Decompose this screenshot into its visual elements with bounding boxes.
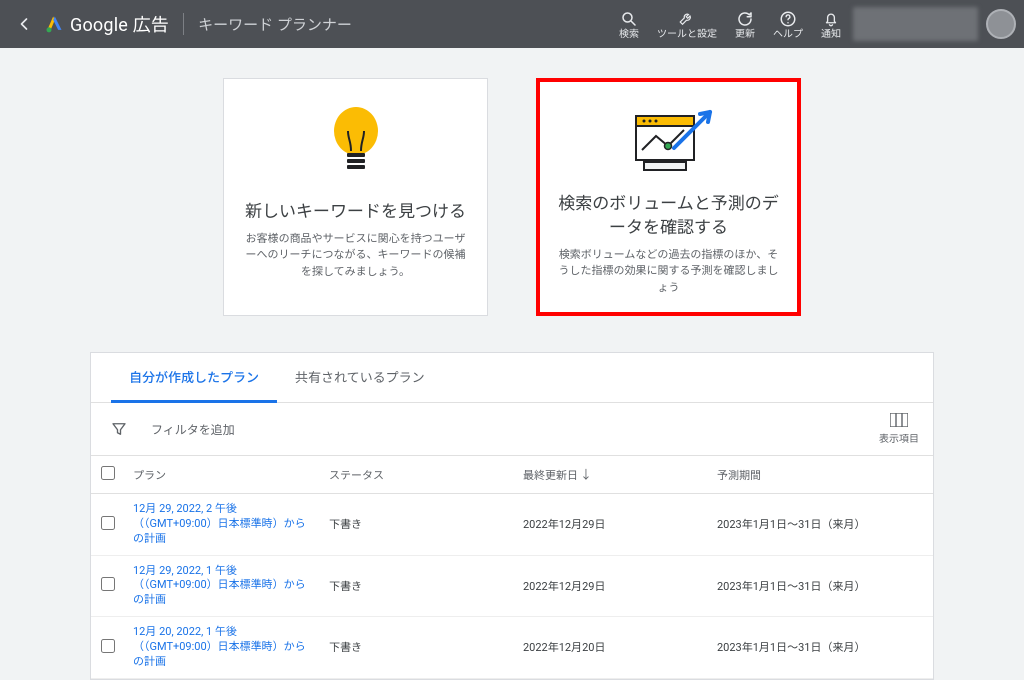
plan-updated: 2022年12月29日 bbox=[515, 555, 709, 617]
row-checkbox[interactable] bbox=[101, 639, 115, 653]
plan-period: 2023年1月1日〜31日（来月） bbox=[709, 494, 933, 556]
plan-status: 下書き bbox=[321, 617, 515, 679]
card-title: 検索のボリュームと予測のデータを確認する bbox=[558, 193, 779, 241]
lightbulb-icon bbox=[242, 95, 469, 197]
chart-trend-icon bbox=[558, 98, 779, 189]
nav-notifications[interactable]: 通知 bbox=[821, 9, 841, 40]
col-updated[interactable]: 最終更新日↓ bbox=[515, 456, 709, 494]
row-checkbox[interactable] bbox=[101, 516, 115, 530]
nav-tools[interactable]: ツールと設定 bbox=[657, 9, 717, 40]
card-title: 新しいキーワードを見つける bbox=[245, 201, 466, 225]
help-icon bbox=[779, 9, 797, 29]
card-desc: お客様の商品やサービスに関心を持つユーザーへのリーチにつながる、キーワードの候補… bbox=[242, 231, 469, 281]
plan-link[interactable]: 12月 20, 2022, 1 午後（（GMT+09:00）日本標準時）からの計… bbox=[125, 617, 321, 679]
page-title: キーワード プランナー bbox=[198, 14, 352, 35]
plan-status: 下書き bbox=[321, 555, 515, 617]
table-row: 12月 29, 2022, 1 午後（（GMT+09:00）日本標準時）からの計… bbox=[91, 555, 933, 617]
arrow-left-icon bbox=[14, 14, 34, 34]
plans-table: プラン ステータス 最終更新日↓ 予測期間 12月 29, 2022, 2 午後… bbox=[91, 456, 933, 679]
nav-refresh[interactable]: 更新 bbox=[735, 9, 755, 40]
columns-button[interactable]: 表示項目 bbox=[879, 413, 919, 445]
plan-link[interactable]: 12月 29, 2022, 1 午後（（GMT+09:00）日本標準時）からの計… bbox=[125, 555, 321, 617]
plan-status: 下書き bbox=[321, 494, 515, 556]
columns-icon bbox=[890, 413, 908, 430]
row-checkbox[interactable] bbox=[101, 577, 115, 591]
plan-link[interactable]: 12月 29, 2022, 2 午後（（GMT+09:00）日本標準時）からの計… bbox=[125, 494, 321, 556]
plan-period: 2023年1月1日〜31日（来月） bbox=[709, 555, 933, 617]
nav-help[interactable]: ヘルプ bbox=[773, 9, 803, 40]
account-switcher[interactable] bbox=[853, 7, 978, 41]
card-desc: 検索ボリュームなどの過去の指標のほか、そうした指標の効果に関する予測を確認しまし… bbox=[558, 247, 779, 297]
card-forecast-volume[interactable]: 検索のボリュームと予測のデータを確認する 検索ボリュームなどの過去の指標のほか、… bbox=[536, 78, 801, 316]
col-status[interactable]: ステータス bbox=[321, 456, 515, 494]
brand-label: Google 広告 bbox=[70, 11, 169, 37]
tab-my-plans[interactable]: 自分が作成したプラン bbox=[111, 353, 277, 403]
plan-period: 2023年1月1日〜31日（来月） bbox=[709, 617, 933, 679]
plan-tabs: 自分が作成したプラン 共有されているプラン bbox=[91, 353, 933, 403]
nav-search[interactable]: 検索 bbox=[619, 9, 639, 40]
tab-shared-plans[interactable]: 共有されているプラン bbox=[277, 353, 443, 402]
search-icon bbox=[620, 9, 638, 29]
col-plan[interactable]: プラン bbox=[125, 456, 321, 494]
product-logo[interactable]: Google 広告 bbox=[44, 11, 169, 37]
add-filter-input[interactable]: フィルタを追加 bbox=[151, 421, 235, 438]
app-header: Google 広告 キーワード プランナー 検索 ツールと設定 更新 bbox=[0, 0, 1024, 48]
col-period[interactable]: 予測期間 bbox=[709, 456, 933, 494]
table-row: 12月 20, 2022, 1 午後（（GMT+09:00）日本標準時）からの計… bbox=[91, 617, 933, 679]
back-button[interactable] bbox=[8, 14, 40, 34]
bell-icon bbox=[822, 9, 840, 29]
tool-cards: 新しいキーワードを見つける お客様の商品やサービスに関心を持つユーザーへのリーチ… bbox=[0, 78, 1024, 316]
avatar[interactable] bbox=[986, 9, 1016, 39]
header-nav: 検索 ツールと設定 更新 ヘルプ 通知 bbox=[619, 9, 841, 40]
google-ads-icon bbox=[44, 14, 64, 34]
refresh-icon bbox=[736, 9, 754, 29]
card-discover-keywords[interactable]: 新しいキーワードを見つける お客様の商品やサービスに関心を持つユーザーへのリーチ… bbox=[223, 78, 488, 316]
filter-icon[interactable] bbox=[105, 420, 133, 438]
sort-desc-icon: ↓ bbox=[580, 468, 592, 482]
plan-toolbar: フィルタを追加 表示項目 bbox=[91, 403, 933, 456]
plan-updated: 2022年12月20日 bbox=[515, 617, 709, 679]
wrench-icon bbox=[678, 9, 696, 29]
select-all-checkbox[interactable] bbox=[101, 466, 115, 480]
table-row: 12月 29, 2022, 2 午後（（GMT+09:00）日本標準時）からの計… bbox=[91, 494, 933, 556]
plan-updated: 2022年12月29日 bbox=[515, 494, 709, 556]
plans-section: 自分が作成したプラン 共有されているプラン フィルタを追加 表示項目 プラン ス… bbox=[90, 352, 934, 680]
divider bbox=[183, 13, 184, 35]
table-header-row: プラン ステータス 最終更新日↓ 予測期間 bbox=[91, 456, 933, 494]
